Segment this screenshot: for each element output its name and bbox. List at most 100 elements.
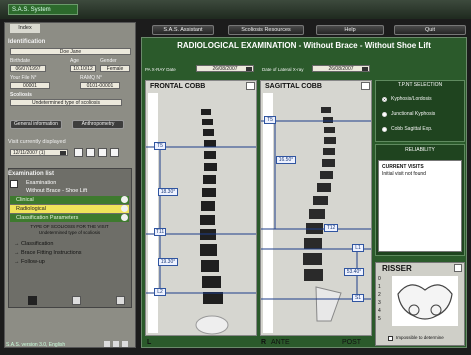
file-label: Your File N° bbox=[10, 75, 37, 81]
exam-row-without-brace[interactable]: Without Brace - Shoe Lift bbox=[20, 187, 139, 195]
gender-field: Female bbox=[100, 65, 130, 72]
classification-status-icon bbox=[121, 214, 128, 221]
sagittal-angle-1: 16.50° bbox=[276, 156, 296, 164]
frontal-edit-icon[interactable] bbox=[246, 82, 255, 90]
risser-title: RISSER bbox=[382, 264, 412, 273]
anthropometry-button[interactable]: Anthropometry bbox=[72, 120, 124, 129]
pa-date-value: 26/08/2007 bbox=[212, 66, 238, 72]
sagittal-cobb-title: SAGITTAL COBB bbox=[265, 83, 322, 90]
frontal-cobb-panel bbox=[145, 80, 257, 336]
trash-icon[interactable] bbox=[72, 296, 81, 305]
quit-button[interactable]: Quit bbox=[394, 25, 466, 35]
sagittal-t12-marker[interactable]: T12 bbox=[324, 224, 338, 232]
sagittal-s1-marker[interactable]: S1 bbox=[352, 294, 364, 302]
scoliosis-resources-button[interactable]: Scoliosis Resources bbox=[228, 25, 304, 35]
exam-row-radiological[interactable]: Radiological bbox=[10, 205, 129, 213]
risser-grade-4[interactable]: 4 bbox=[378, 308, 381, 314]
radiological-status-icon bbox=[121, 205, 128, 212]
visit-date-dropdown[interactable]: 12/11/2007 (1) bbox=[10, 149, 68, 156]
examination-icon bbox=[10, 180, 18, 188]
page-title: RADIOLOGICAL EXAMINATION - Without Brace… bbox=[177, 41, 431, 50]
risser-grade-0[interactable]: 0 bbox=[378, 276, 381, 282]
pa-date-dropdown[interactable]: 26/08/2007 bbox=[196, 65, 254, 72]
risser-grade-2[interactable]: 2 bbox=[378, 292, 381, 298]
exam-row-clinical[interactable]: Clinical bbox=[10, 196, 129, 204]
frontal-angle-1: 18.30° bbox=[158, 188, 178, 196]
risser-edit-icon[interactable] bbox=[454, 264, 462, 272]
app-logo: S.A.S. System bbox=[8, 4, 78, 15]
scoliosis-type-field: Undetermined type of scoliosis bbox=[10, 99, 122, 106]
cobb-sagittal-radio[interactable] bbox=[382, 127, 387, 132]
reliability-current-visits: CURRENT VISITS bbox=[382, 164, 424, 170]
edit-icon[interactable] bbox=[86, 148, 95, 157]
risser-grade-5[interactable]: 5 bbox=[378, 316, 381, 322]
junctional-kyphosis-label: Junctional Kyphosis bbox=[391, 111, 436, 117]
scoliosis-label: Scoliosis bbox=[10, 92, 32, 98]
sagittal-edit-icon[interactable] bbox=[361, 82, 370, 90]
help-button[interactable]: Help bbox=[316, 25, 384, 35]
lateral-date-label: Date of Lateral X-ray bbox=[262, 67, 304, 72]
tab-index[interactable]: Index bbox=[10, 24, 40, 33]
link-classification[interactable]: → Classification bbox=[14, 240, 124, 248]
examination-list-heading: Examination list bbox=[8, 171, 55, 177]
ramq-label: RAMQ N° bbox=[80, 75, 102, 81]
nav-last-icon[interactable] bbox=[122, 341, 128, 347]
clinical-status-icon bbox=[121, 196, 128, 203]
nav-prev-icon[interactable] bbox=[104, 341, 110, 347]
age-field: 10.10/12 bbox=[70, 65, 96, 72]
lateral-date-dropdown[interactable]: 26/08/2007 bbox=[312, 65, 370, 72]
cobb-sagittal-label: Cobb Sagittal Exp. bbox=[391, 126, 433, 132]
exam-row-classification[interactable]: Classification Parameters bbox=[10, 214, 129, 222]
reliability-title: RELIABILITY bbox=[405, 147, 435, 153]
delete-visit-icon[interactable] bbox=[110, 148, 119, 157]
frontal-angle-2: 19.30° bbox=[158, 258, 178, 266]
exam-row-examination[interactable]: Examination bbox=[20, 179, 139, 187]
impossible-checkbox[interactable] bbox=[388, 336, 393, 341]
risser-grade-3[interactable]: 3 bbox=[378, 300, 381, 306]
version-label: S.A.S. version 3.0, English bbox=[6, 342, 66, 348]
nav-next-icon[interactable] bbox=[113, 341, 119, 347]
age-label: Age bbox=[70, 58, 79, 64]
print-icon[interactable] bbox=[28, 296, 37, 305]
kyphosis-selection-title: T.P.NT SELECTION bbox=[397, 82, 443, 88]
general-information-button[interactable]: General information bbox=[10, 120, 62, 129]
frontal-t5-marker[interactable]: T5 bbox=[154, 142, 166, 150]
add-visit-icon[interactable] bbox=[98, 148, 107, 157]
document-icon[interactable] bbox=[116, 296, 125, 305]
visit-heading: Visit currently displayed bbox=[8, 139, 66, 145]
kyphosis-lordosis-radio[interactable] bbox=[382, 97, 387, 102]
chevron-down-icon bbox=[246, 67, 252, 71]
visit-date-value: 12/11/2007 (1) bbox=[13, 150, 46, 156]
calendar-icon[interactable] bbox=[74, 148, 83, 157]
frontal-t11-marker[interactable]: T11 bbox=[154, 228, 166, 236]
posterior-label: POST bbox=[342, 339, 362, 346]
frontal-side-label: L bbox=[147, 339, 152, 346]
frontal-spine-image bbox=[146, 81, 256, 335]
link-brace-fitting[interactable]: → Brace Fitting Instructions bbox=[14, 249, 124, 257]
patient-name-field: Doe Jane bbox=[10, 48, 131, 55]
scoliosis-type-visit-value: Undetermined type of scoliosis bbox=[38, 230, 101, 235]
chevron-down-icon bbox=[60, 151, 66, 155]
link-follow-up[interactable]: → Follow-up bbox=[14, 258, 124, 266]
chevron-down-icon bbox=[362, 67, 368, 71]
ramq-field: 0101-00001 bbox=[80, 82, 120, 89]
birthdate-field: 06/07/1997 bbox=[10, 65, 46, 72]
kyphosis-lordosis-label: Kyphosis/Lordosis bbox=[391, 96, 432, 102]
sagittal-angle-2: 53.40° bbox=[344, 268, 364, 276]
lateral-date-value: 26/08/2007 bbox=[328, 66, 354, 72]
sagittal-l1-marker[interactable]: L1 bbox=[352, 244, 364, 252]
pelvis-image bbox=[392, 276, 458, 326]
impossible-label: Impossible to determine bbox=[396, 335, 444, 340]
gender-label: Gender bbox=[100, 58, 117, 64]
sas-assistant-button[interactable]: S.A.S. Assistant bbox=[152, 25, 214, 35]
file-field: 00001 bbox=[10, 82, 50, 89]
frontal-cobb-title: FRONTAL COBB bbox=[150, 83, 206, 90]
frontal-l2-marker[interactable]: L2 bbox=[154, 288, 166, 296]
sagittal-t5-marker[interactable]: T5 bbox=[264, 116, 276, 124]
risser-grade-1[interactable]: 1 bbox=[378, 284, 381, 290]
identification-heading: Identification bbox=[8, 39, 46, 45]
birthdate-label: Birthdate bbox=[10, 58, 31, 64]
sagittal-side-label: R bbox=[261, 339, 267, 346]
reliability-message: Initial visit not found bbox=[382, 171, 426, 177]
junctional-kyphosis-radio[interactable] bbox=[382, 112, 387, 117]
